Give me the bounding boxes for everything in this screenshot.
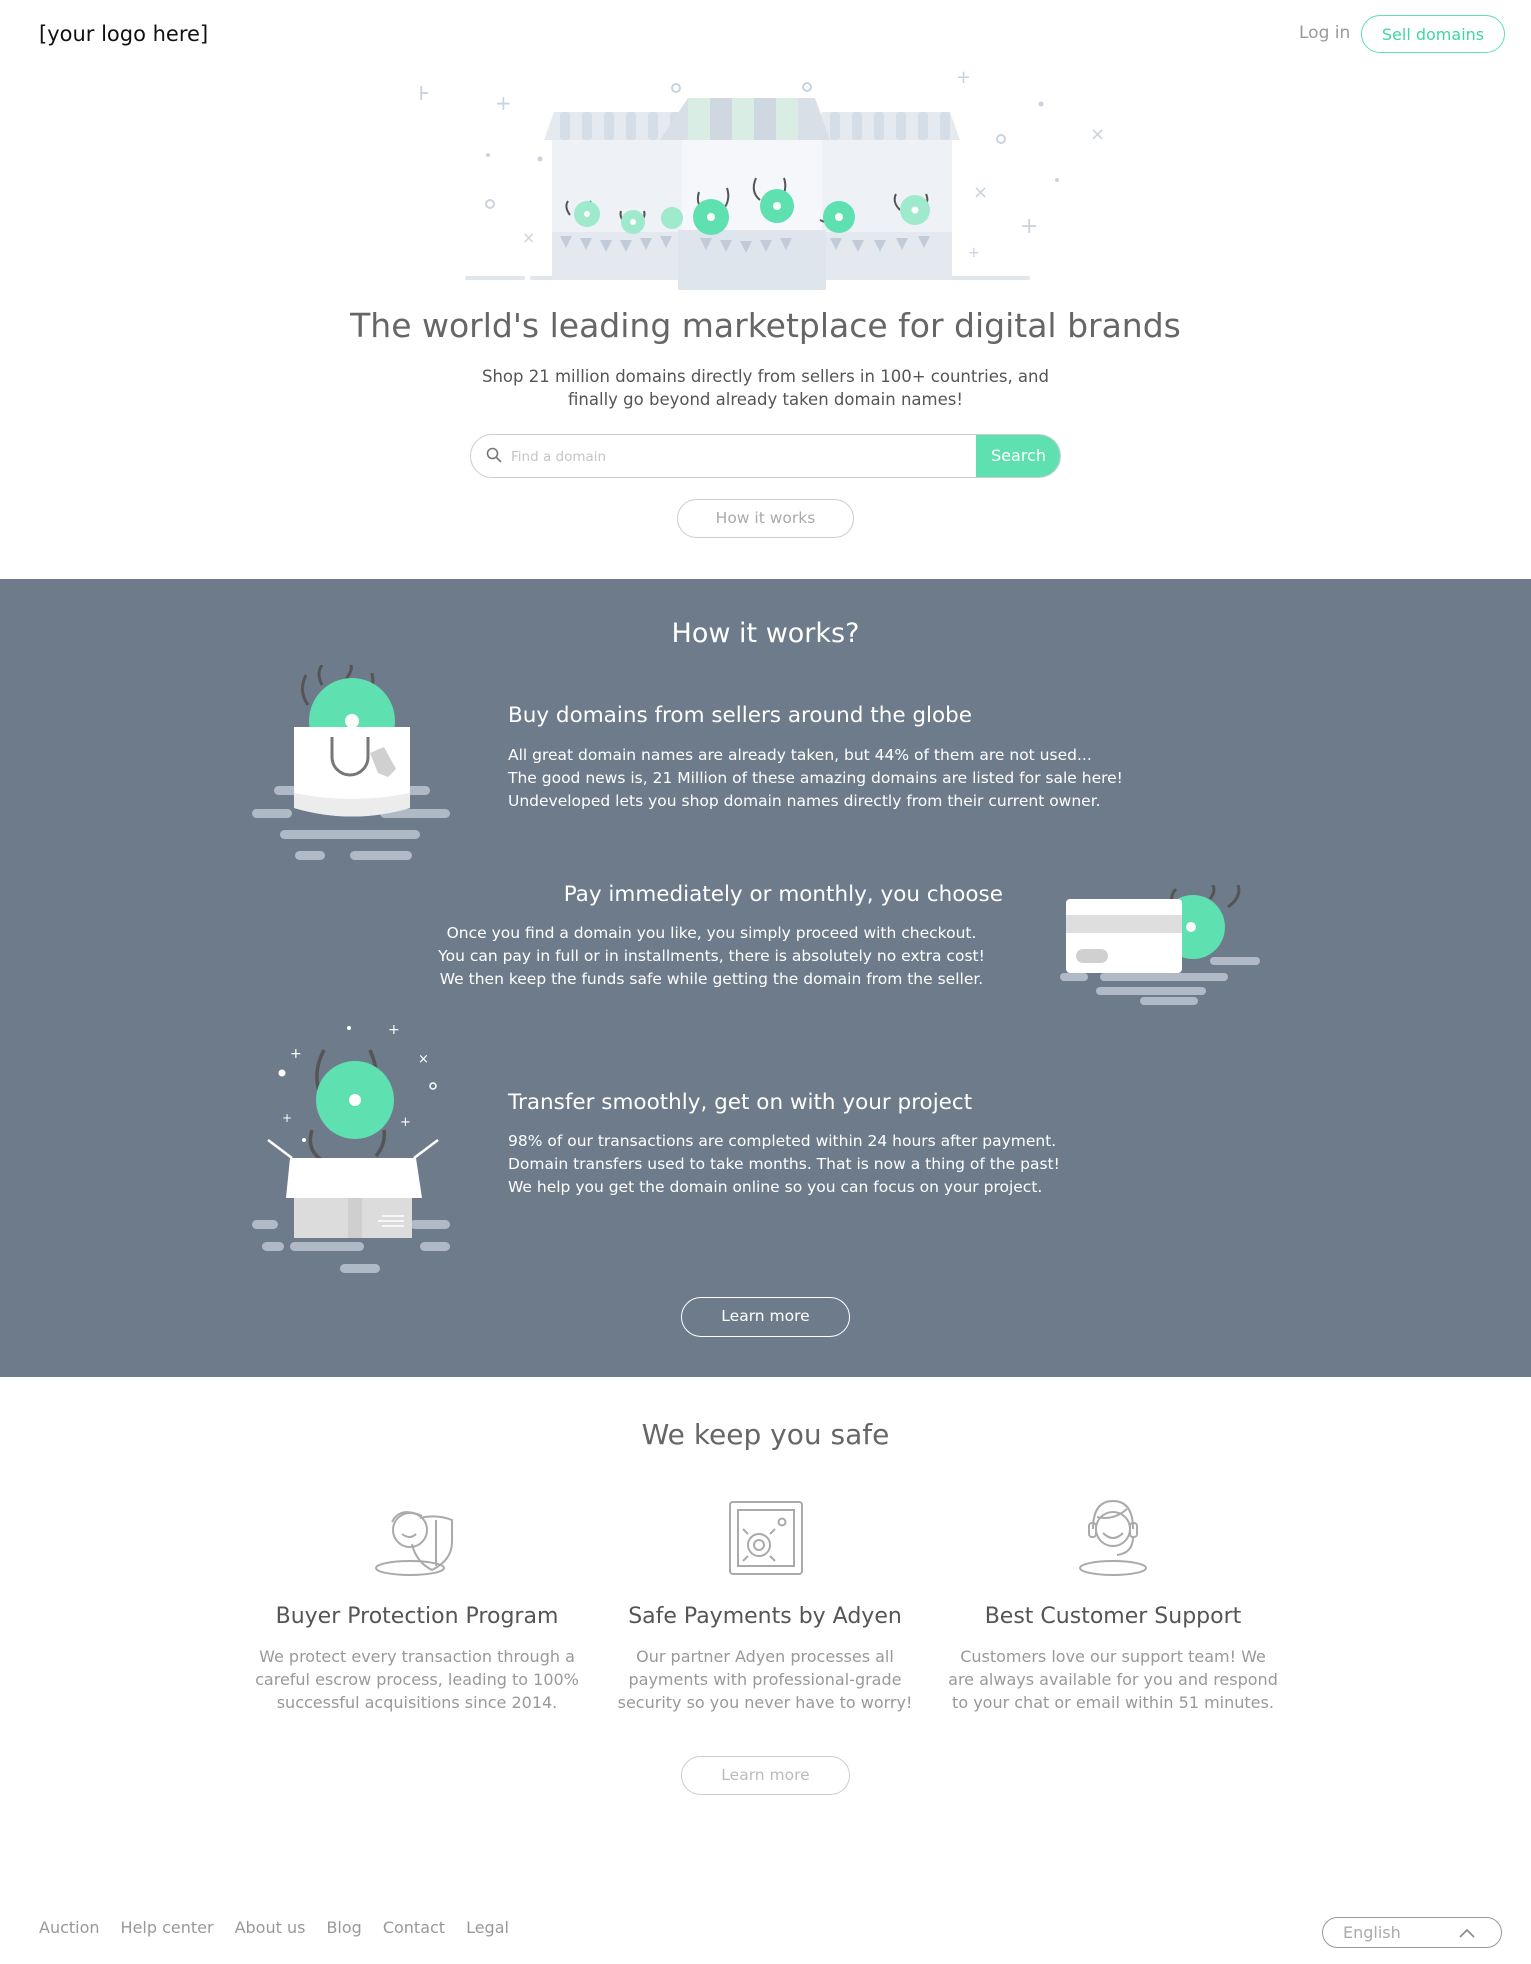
step-description: 98% of our transactions are completed wi… (508, 1130, 1060, 1199)
step-heading: Pay immediately or monthly, you choose (563, 882, 1003, 907)
chevron-up-icon (1459, 1928, 1475, 1938)
footer-link-blog[interactable]: Blog (326, 1918, 361, 1937)
search-button[interactable]: Search (976, 435, 1060, 477)
svg-text:+: + (388, 1022, 400, 1038)
logo[interactable]: [your logo here] (39, 22, 208, 46)
customer-support-icon (1079, 1499, 1147, 1576)
how-it-works-title: How it works? (671, 618, 860, 649)
feature-description: We protect every transaction through a c… (247, 1645, 587, 1714)
step-description: Once you find a domain you like, you sim… (420, 922, 1003, 991)
feature-line: Our partner Adyen processes all (636, 1647, 894, 1666)
footer-nav: Auction Help center About us Blog Contac… (39, 1918, 509, 1937)
svg-text:+: + (956, 67, 971, 88)
learn-more-safe-button[interactable]: Learn more (681, 1756, 850, 1795)
feature-heading: Best Customer Support (984, 1604, 1242, 1629)
svg-text:+: + (968, 245, 980, 261)
step-line: 98% of our transactions are completed wi… (508, 1132, 1057, 1150)
feature-description: Customers love our support team! We are … (943, 1645, 1283, 1714)
feature-line: Customers love our support team! We (960, 1647, 1266, 1666)
feature-line: to your chat or email within 51 minutes. (952, 1693, 1274, 1712)
search-icon (486, 447, 502, 463)
step-description: All great domain names are already taken… (508, 744, 1123, 813)
step-line: We help you get the domain online so you… (508, 1178, 1043, 1196)
feature-line: payments with professional-grade (628, 1670, 902, 1689)
language-select[interactable]: English (1322, 1917, 1502, 1948)
login-link[interactable]: Log in (1299, 23, 1350, 43)
feature-line: are always available for you and respond (948, 1670, 1278, 1689)
step-heading: Transfer smoothly, get on with your proj… (508, 1090, 973, 1115)
feature-description: Our partner Adyen processes all payments… (595, 1645, 935, 1714)
svg-text:+: + (282, 1111, 292, 1125)
step-line: Domain transfers used to take months. Th… (508, 1155, 1060, 1173)
shopping-bag-illustration (252, 665, 450, 860)
feature-line: careful escrow process, leading to 100% (255, 1670, 579, 1689)
credit-card-illustration (1060, 885, 1260, 1005)
feature-line: successful acquisitions since 2014. (276, 1693, 558, 1712)
feature-line: We protect every transaction through a (259, 1647, 575, 1666)
footer-link-about-us[interactable]: About us (235, 1918, 306, 1937)
step-heading: Buy domains from sellers around the glob… (508, 703, 973, 728)
safe-title: We keep you safe (641, 1418, 890, 1451)
footer-link-legal[interactable]: Legal (466, 1918, 509, 1937)
footer-link-help-center[interactable]: Help center (121, 1918, 214, 1937)
language-value: English (1343, 1923, 1401, 1942)
svg-text:+: + (420, 81, 430, 106)
svg-text:+: + (400, 1115, 411, 1130)
step-line: We then keep the funds safe while gettin… (439, 970, 984, 988)
search-input[interactable] (509, 435, 1013, 477)
svg-text:×: × (1090, 124, 1105, 145)
learn-more-button[interactable]: Learn more (681, 1297, 850, 1337)
svg-text:+: + (1020, 214, 1038, 239)
footer-link-auction[interactable]: Auction (39, 1918, 100, 1937)
feature-heading: Buyer Protection Program (275, 1604, 559, 1629)
hero-subtitle-line: Shop 21 million domains directly from se… (482, 367, 1049, 386)
safe-vault-icon (729, 1501, 803, 1575)
footer-link-contact[interactable]: Contact (383, 1918, 445, 1937)
step-line: The good news is, 21 Million of these am… (508, 769, 1123, 787)
how-it-works-button[interactable]: How it works (677, 499, 854, 538)
marketplace-illustration: + + + + + + × × × (420, 67, 1105, 290)
step-line: All great domain names are already taken… (508, 746, 1092, 764)
svg-text:×: × (522, 228, 535, 247)
hero-title: The world's leading marketplace for digi… (350, 306, 1181, 345)
hero-subtitle-line: finally go beyond already taken domain n… (568, 390, 963, 409)
step-line: Undeveloped lets you shop domain names d… (508, 792, 1101, 810)
search-bar: Search (470, 434, 1061, 478)
feature-heading: Safe Payments by Adyen (628, 1604, 902, 1629)
step-line: Once you find a domain you like, you sim… (446, 924, 977, 942)
svg-text:×: × (418, 1052, 429, 1067)
open-box-illustration: + + × + + (252, 1022, 450, 1273)
buyer-protection-icon (375, 1511, 453, 1576)
hero-subtitle: Shop 21 million domains directly from se… (470, 365, 1061, 411)
step-line: You can pay in full or in installments, … (438, 947, 985, 965)
svg-text:+: + (495, 91, 512, 115)
svg-text:×: × (973, 182, 988, 203)
sell-domains-button[interactable]: Sell domains (1361, 15, 1505, 53)
svg-text:+: + (290, 1046, 302, 1062)
feature-line: security so you never have to worry! (617, 1693, 913, 1712)
